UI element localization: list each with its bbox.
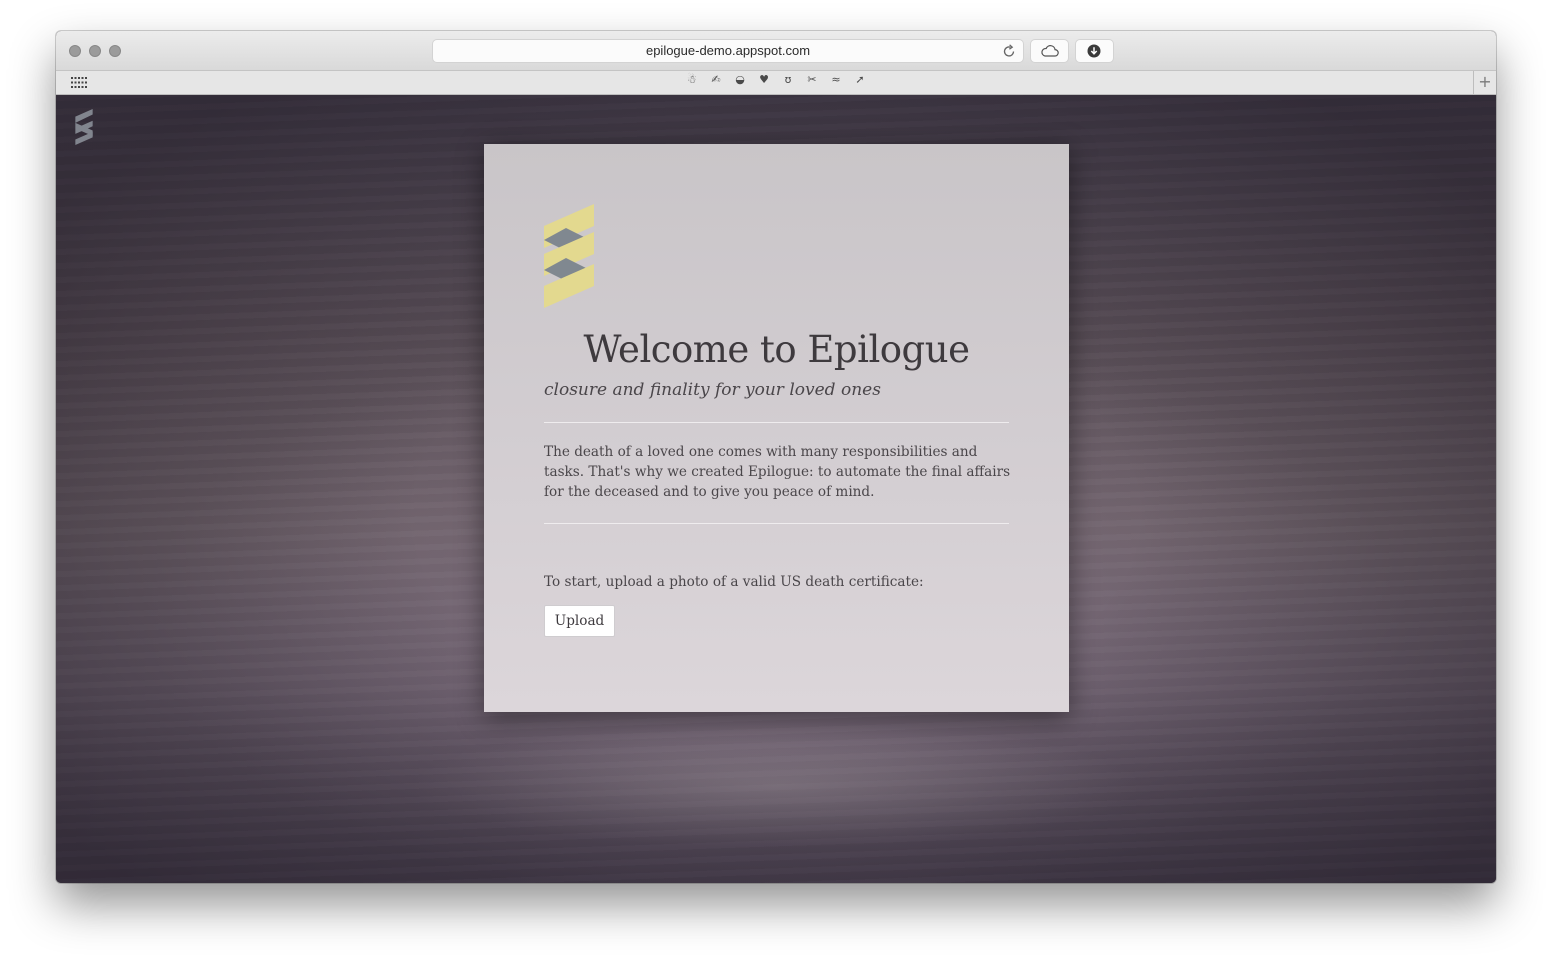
description-text: The death of a loved one comes with many… — [544, 444, 1011, 500]
epilogue-logo-icon — [544, 204, 594, 308]
close-window-button[interactable] — [69, 45, 81, 57]
bookmark-icons: ☃ ✍ ◒ ♥ ʊ ✂ ≈ ➚ — [56, 73, 1496, 86]
browser-toolbar: epilogue-demo.appspot.com — [56, 31, 1496, 71]
bookmark-icon-4[interactable]: ♥ — [752, 73, 776, 86]
bookmark-icon-6[interactable]: ✂ — [800, 73, 824, 86]
download-button[interactable] — [1076, 40, 1113, 62]
minimize-window-button[interactable] — [89, 45, 101, 57]
zoom-window-button[interactable] — [109, 45, 121, 57]
download-icon — [1087, 44, 1101, 58]
bookmark-icon-7[interactable]: ≈ — [824, 73, 848, 86]
bookmark-icon-1[interactable]: ☃ — [680, 73, 704, 86]
cloud-icon — [1041, 45, 1059, 57]
address-bar-url: epilogue-demo.appspot.com — [645, 43, 811, 58]
reload-icon[interactable] — [1001, 43, 1017, 59]
divider — [544, 422, 1009, 423]
bookmark-icon-5[interactable]: ʊ — [776, 73, 800, 86]
welcome-card: Welcome to Epilogue closure and finality… — [484, 144, 1069, 712]
cloud-button[interactable] — [1031, 40, 1068, 62]
bookmark-icon-2[interactable]: ✍ — [704, 73, 728, 86]
divider — [544, 523, 1009, 524]
upload-button[interactable]: Upload — [544, 605, 615, 637]
page-subtitle: closure and finality for your loved ones — [544, 380, 881, 400]
browser-window: epilogue-demo.appspot.com ☃ ✍ ◒ ♥ ʊ ✂ ≈ … — [56, 31, 1496, 883]
address-bar[interactable]: epilogue-demo.appspot.com — [433, 40, 1023, 62]
bookmark-icon-3[interactable]: ◒ — [728, 73, 752, 86]
page-viewport: Welcome to Epilogue closure and finality… — [56, 95, 1496, 883]
upload-prompt: To start, upload a photo of a valid US d… — [544, 574, 924, 590]
bookmarks-bar: ☃ ✍ ◒ ♥ ʊ ✂ ≈ ➚ + — [56, 71, 1496, 95]
page-title: Welcome to Epilogue — [583, 328, 970, 371]
bookmark-icon-8[interactable]: ➚ — [848, 73, 872, 86]
epilogue-logo-icon[interactable] — [74, 109, 94, 145]
new-tab-button[interactable]: + — [1473, 71, 1496, 94]
